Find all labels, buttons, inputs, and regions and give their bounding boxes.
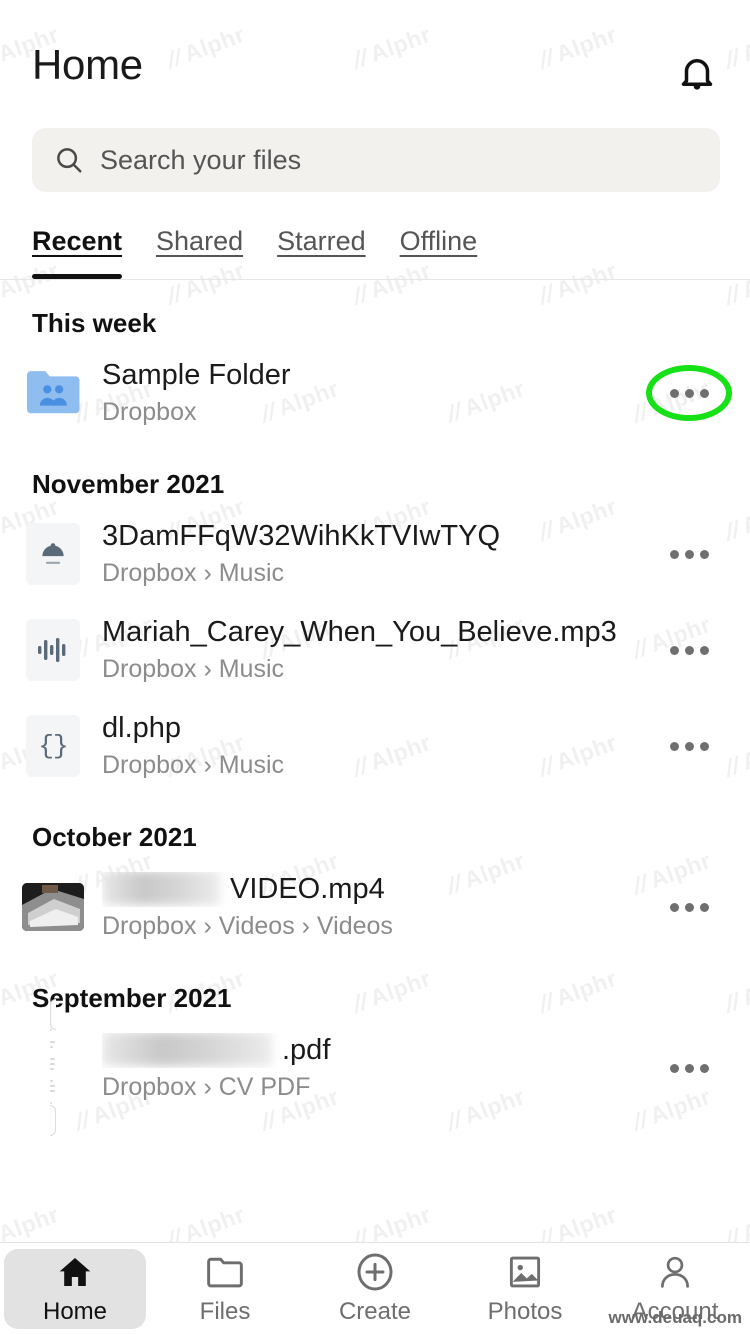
file-name: .pdf — [102, 1032, 654, 1068]
file-type-icon — [22, 523, 84, 585]
ellipsis-icon — [669, 1063, 709, 1073]
file-path: Dropbox › Music — [102, 654, 284, 683]
redacted-filename-block — [102, 871, 220, 905]
file-name-suffix: .pdf — [282, 1033, 331, 1066]
file-name: VIDEO.mp4 — [102, 871, 654, 907]
file-type-icon — [22, 619, 84, 681]
nav-item-label: Files — [199, 1297, 251, 1325]
more-options-button[interactable] — [654, 622, 724, 678]
pdf-thumbnail — [50, 999, 56, 1136]
ellipsis-icon — [669, 549, 709, 559]
folder-icon — [205, 1252, 245, 1292]
search-icon — [54, 145, 84, 175]
file-name: 3DamFFqW32WihKkTVIwTYQ — [102, 519, 500, 552]
tab-label: Offline — [399, 226, 478, 256]
generic-file-icon — [26, 523, 80, 585]
section-header: September 2021 — [32, 983, 232, 1013]
file-type-icon — [22, 999, 84, 1136]
file-row-text: Sample Folder Dropbox — [96, 358, 654, 429]
more-options-button[interactable] — [646, 365, 732, 421]
file-row[interactable]: 3DamFFqW32WihKkTVIwTYQ Dropbox › Music — [0, 506, 750, 602]
app-header: Home — [0, 0, 750, 96]
bell-icon[interactable] — [674, 50, 720, 96]
file-name: dl.php — [102, 711, 182, 744]
file-row-text: VIDEO.mp4 Dropbox › Videos › Videos — [96, 871, 654, 943]
tab-shared[interactable]: Shared — [156, 226, 243, 279]
file-row-text: Mariah_Carey_When_You_Believe.mp3 Dropbox… — [96, 615, 654, 686]
file-path: Dropbox › Videos › Videos — [102, 911, 393, 940]
site-watermark: www.deuaq.com — [608, 1308, 742, 1327]
nav-item-create[interactable]: Create — [304, 1249, 446, 1329]
section-header: This week — [32, 308, 157, 338]
more-options-button[interactable] — [654, 718, 724, 774]
code-file-icon: {} — [26, 715, 80, 777]
ellipsis-icon — [669, 645, 709, 655]
file-path: Dropbox › CV PDF — [102, 1072, 311, 1101]
nav-item-home[interactable]: Home — [4, 1248, 146, 1329]
more-options-button[interactable] — [654, 879, 724, 935]
nav-item-label: Photos — [487, 1297, 563, 1325]
file-row[interactable]: Sample Folder Dropbox — [0, 345, 750, 441]
file-row[interactable]: .pdf Dropbox › CV PDF — [0, 999, 750, 1136]
ellipsis-icon — [669, 902, 709, 912]
tab-label: Starred — [277, 226, 366, 256]
photo-icon — [506, 1252, 544, 1292]
page-title: Home — [32, 41, 143, 88]
file-type-icon — [22, 876, 84, 938]
more-options-button[interactable] — [654, 526, 724, 582]
file-path: Dropbox › Music — [102, 558, 284, 587]
redacted-filename-block — [102, 1032, 272, 1066]
nav-item-label: Create — [338, 1297, 412, 1325]
file-list: This week Sample Folder Dropbox November 20… — [0, 280, 750, 1136]
nav-item-files[interactable]: Files — [154, 1249, 296, 1329]
search-bar[interactable] — [32, 128, 720, 192]
file-name-suffix: VIDEO.mp4 — [230, 872, 385, 905]
tab-recent[interactable]: Recent — [32, 226, 123, 279]
file-path: Dropbox — [102, 397, 197, 426]
file-type-icon — [22, 362, 84, 424]
file-row[interactable]: {} dl.php Dropbox › Music — [0, 698, 750, 794]
ellipsis-icon — [669, 388, 709, 398]
more-options-button[interactable] — [654, 1040, 724, 1096]
tab-label: Shared — [156, 226, 244, 256]
plus-circle-icon — [355, 1252, 395, 1292]
file-name: Sample Folder — [102, 358, 291, 391]
file-row-text: 3DamFFqW32WihKkTVIwTYQ Dropbox › Music — [96, 519, 654, 590]
file-row[interactable]: Mariah_Carey_When_You_Believe.mp3 Dropbox… — [0, 602, 750, 698]
file-row-text: .pdf Dropbox › CV PDF — [96, 1032, 654, 1104]
file-path: Dropbox › Music — [102, 750, 284, 779]
tab-offline[interactable]: Offline — [400, 226, 478, 279]
section-header: November 2021 — [32, 469, 225, 499]
tab-bar: Recent Shared Starred Offline — [0, 226, 750, 279]
app-screen: //Alphr//Alphr//Alphr//Alphr//Alphr//Alp… — [0, 0, 750, 1334]
file-type-icon: {} — [22, 715, 84, 777]
nav-item-photos[interactable]: Photos — [454, 1249, 596, 1329]
nav-item-label: Home — [42, 1297, 108, 1325]
home-icon — [56, 1252, 94, 1292]
file-row[interactable]: VIDEO.mp4 Dropbox › Videos › Videos — [0, 859, 750, 955]
search-input[interactable] — [100, 144, 698, 176]
shared-folder-icon — [24, 365, 82, 422]
video-thumbnail — [22, 883, 84, 931]
tab-label: Recent — [32, 226, 123, 256]
section-header: October 2021 — [32, 822, 197, 852]
audio-file-icon — [26, 619, 80, 681]
person-icon — [657, 1252, 693, 1292]
tab-starred[interactable]: Starred — [277, 226, 366, 279]
file-row-text: dl.php Dropbox › Music — [96, 711, 654, 782]
search-box[interactable] — [32, 128, 720, 192]
ellipsis-icon — [669, 741, 709, 751]
file-name: Mariah_Carey_When_You_Believe.mp3 — [102, 615, 617, 648]
